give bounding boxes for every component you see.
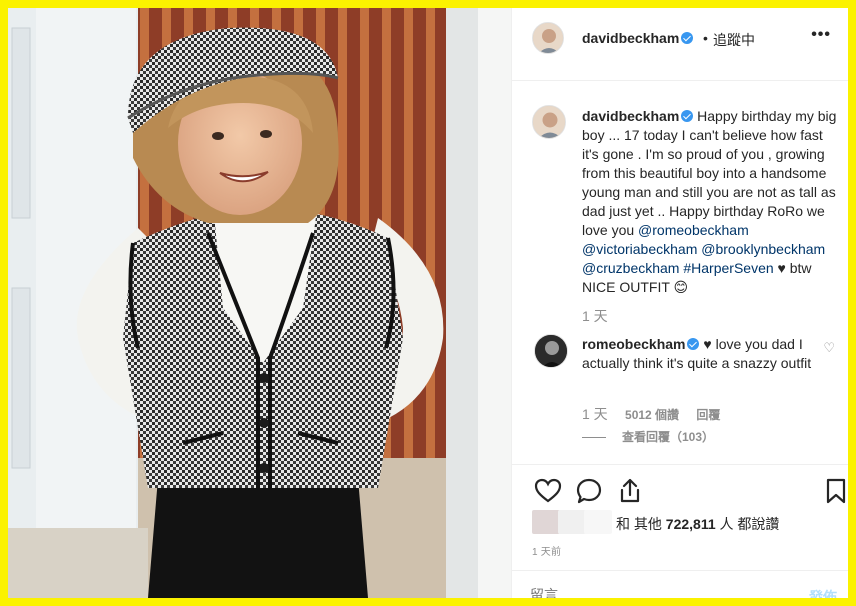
mention-link[interactable]: @brooklynbeckham	[701, 241, 825, 257]
comment-input[interactable]	[530, 587, 770, 598]
more-options-icon[interactable]: •••	[811, 26, 831, 44]
comment-form: 發佈	[512, 570, 848, 598]
commenter-username[interactable]: romeobeckham	[582, 336, 685, 352]
author-avatar[interactable]	[532, 22, 564, 54]
author-username-text[interactable]: davidbeckham	[582, 30, 679, 46]
view-replies-button[interactable]: 查看回覆（103）	[582, 428, 714, 445]
child-in-vest-photo	[8, 8, 511, 598]
share-icon[interactable]	[616, 477, 644, 505]
comment-text: romeobeckham ♥ love you dad I actually t…	[582, 335, 812, 373]
liker-avatar-blurred	[584, 510, 612, 534]
commenter-avatar[interactable]	[534, 334, 568, 368]
post-timestamp: 1 天前	[532, 547, 562, 558]
likes-prefix: 和 其他	[616, 516, 662, 532]
avatar-icon	[535, 335, 567, 367]
caption-time: 1 天	[582, 308, 608, 324]
post-side-panel: davidbeckham • 追蹤中 ••• davidbeckham Happ…	[511, 8, 848, 598]
view-replies-line	[582, 437, 606, 439]
follow-status-button[interactable]: 追蹤中	[713, 30, 755, 50]
comment-bubble-icon[interactable]	[575, 477, 603, 505]
caption-author-avatar[interactable]	[532, 105, 566, 139]
avatar-icon	[533, 23, 563, 53]
mention-link[interactable]: @cruzbeckham	[582, 260, 679, 276]
caption-body: Happy birthday my big boy ... 17 today I…	[582, 108, 837, 238]
likes-suffix: 人 都說讚	[719, 516, 780, 532]
action-bar	[512, 464, 850, 512]
separator-dot: •	[703, 30, 708, 46]
hashtag-link[interactable]: #HarperSeven	[683, 260, 773, 276]
liker-avatar-blurred	[532, 510, 560, 534]
liker-avatar-blurred	[558, 510, 586, 534]
avatar-icon	[533, 106, 565, 138]
comment-reply-button[interactable]: 回覆	[696, 408, 720, 422]
comment-likes[interactable]: 5012 個讚	[625, 408, 679, 422]
liker-thumbnails	[532, 510, 612, 534]
likes-text[interactable]: 和 其他 722,811 人 都說讚	[616, 514, 779, 534]
post-photo[interactable]	[8, 8, 511, 598]
post-header: davidbeckham • 追蹤中 •••	[512, 8, 848, 81]
likes-count[interactable]: 722,811	[666, 516, 716, 532]
view-replies-label[interactable]: 查看回覆（103）	[622, 430, 714, 444]
verified-badge-icon	[681, 110, 694, 122]
post-comment-button[interactable]: 發佈	[809, 587, 837, 598]
author-username[interactable]: davidbeckham	[582, 30, 694, 46]
caption-text: davidbeckham Happy birthday my big boy .…	[582, 107, 837, 297]
bookmark-icon[interactable]	[822, 477, 850, 505]
caption-username[interactable]: davidbeckham	[582, 108, 679, 124]
comment-time: 1 天	[582, 406, 608, 422]
likes-summary[interactable]: 和 其他 722,811 人 都說讚	[532, 510, 832, 536]
comment-like-icon[interactable]: ♡	[823, 340, 835, 356]
comment-meta: 1 天 5012 個讚 回覆	[582, 404, 720, 424]
mention-link[interactable]: @romeobeckham	[638, 222, 749, 238]
mention-link[interactable]: @victoriabeckham	[582, 241, 697, 257]
verified-badge-icon	[687, 338, 700, 350]
verified-badge-icon	[681, 32, 694, 44]
screenshot-frame: davidbeckham • 追蹤中 ••• davidbeckham Happ…	[0, 0, 856, 606]
like-heart-icon[interactable]	[534, 477, 562, 505]
